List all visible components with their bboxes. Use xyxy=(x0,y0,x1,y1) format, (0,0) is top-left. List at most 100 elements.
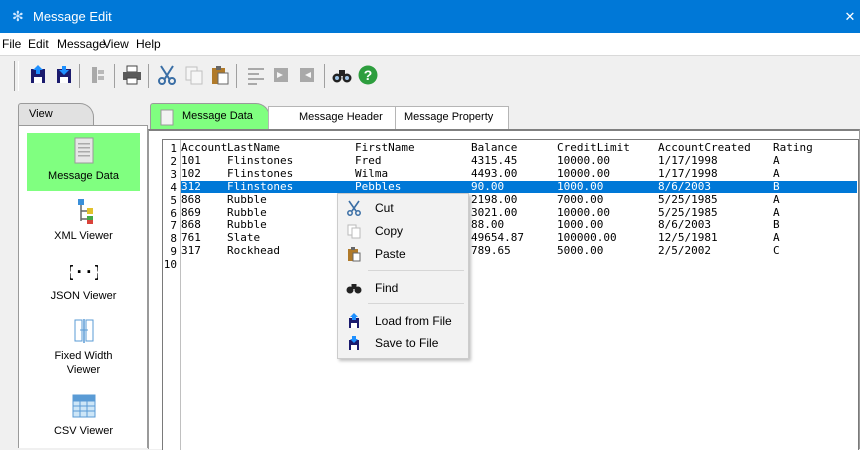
row-cell: Fred xyxy=(355,153,382,167)
row-cell: 789.65 xyxy=(471,244,511,258)
view-item-message-data[interactable]: Message Data xyxy=(27,133,140,191)
row-cell: Rockhead xyxy=(227,244,280,258)
view-item-label: CSV Viewer xyxy=(53,425,114,437)
row-cell: 49654.87 xyxy=(471,231,524,245)
tools-icon[interactable] xyxy=(86,63,110,87)
line-number: 5 xyxy=(170,193,177,207)
row-cell: A xyxy=(773,231,780,245)
window-title: Message Edit xyxy=(33,9,112,24)
row-cell: A xyxy=(773,205,780,219)
data-row[interactable]: 317 Rockhead 789.65 5000.00 2/5/2002 C xyxy=(181,245,857,257)
print-icon[interactable] xyxy=(120,63,144,87)
menu-file[interactable]: File xyxy=(2,37,21,51)
data-row[interactable]: 868 Rubble 88.00 1000.00 8/6/2003 B xyxy=(181,219,857,231)
data-row[interactable]: 761 Slate 49654.87 100000.00 12/5/1981 A xyxy=(181,232,857,244)
row-cell: 1/17/1998 xyxy=(658,153,718,167)
load-file-icon[interactable] xyxy=(26,63,50,87)
row-cell: 312 xyxy=(181,179,201,193)
row-cell: 102 xyxy=(181,166,201,180)
toolbar-grip[interactable] xyxy=(14,61,19,91)
message-editor[interactable]: 1 2 3 4 5 6 7 8 9 10 Account LastName FirstName Bala… xyxy=(162,139,859,450)
menu-help[interactable]: Help xyxy=(136,37,161,51)
context-menu-label: Paste xyxy=(375,247,406,261)
row-cell: 100000.00 xyxy=(557,231,617,245)
context-menu-paste[interactable]: Paste xyxy=(339,243,466,265)
load-file-icon xyxy=(346,313,362,329)
row-cell: 8/6/2003 xyxy=(658,218,711,232)
clipboard-icon xyxy=(346,246,362,262)
tab-message-data[interactable]: Message Data xyxy=(150,103,270,130)
row-cell: Rubble xyxy=(227,192,267,206)
tab-label: Message Property xyxy=(404,111,494,123)
row-cell: Wilma xyxy=(355,166,389,180)
context-menu-label: Find xyxy=(375,281,399,295)
menu-view[interactable]: View xyxy=(103,37,129,51)
view-item-xml-viewer[interactable]: XML Viewer xyxy=(27,193,140,251)
tab-message-header[interactable]: Message Header xyxy=(268,106,396,130)
row-cell: 317 xyxy=(181,244,201,258)
data-row[interactable]: 102 Flinstones Wilma 4493.00 10000.00 1/17/19… xyxy=(181,166,857,180)
view-item-json-viewer[interactable]: {··} JSON Viewer xyxy=(27,253,140,311)
row-cell: Flinstones xyxy=(227,153,294,167)
view-item-csv-viewer[interactable]: CSV Viewer xyxy=(27,388,140,446)
align-icon[interactable] xyxy=(244,63,268,87)
row-cell: 2/5/2002 xyxy=(658,244,711,258)
data-row[interactable]: 869 Rubble 3021.00 10000.00 5/25/1985 A xyxy=(181,205,857,219)
fixed-width-icon xyxy=(74,319,93,343)
close-button[interactable]: ✕ xyxy=(840,0,860,33)
tab-message-property[interactable]: Message Property xyxy=(395,106,509,130)
row-cell: 868 xyxy=(181,192,201,206)
toolbar-separator xyxy=(79,64,80,88)
outdent-icon[interactable] xyxy=(296,63,320,87)
row-cell: 12/5/1981 xyxy=(658,231,718,245)
header-row[interactable]: Account LastName FirstName Balance CreditLim… xyxy=(181,142,857,154)
help-icon[interactable]: ? xyxy=(356,63,380,87)
line-number: 8 xyxy=(170,232,177,246)
row-cell: Slate xyxy=(227,231,261,245)
save-file-icon xyxy=(346,335,362,351)
row-cell: A xyxy=(773,166,780,180)
view-item-fixed-width-viewer[interactable]: Fixed Width Viewer xyxy=(27,313,140,385)
line-number: 10 xyxy=(163,258,177,272)
row-cell: Rating xyxy=(773,141,813,154)
data-row[interactable]: 101 Flinstones Fred 4315.45 10000.00 1/17/199… xyxy=(181,153,857,167)
app-icon: ✻ xyxy=(12,8,24,24)
save-file-icon[interactable] xyxy=(52,63,76,87)
context-menu-separator xyxy=(368,270,464,271)
row-cell: Flinstones xyxy=(227,166,294,180)
row-cell: A xyxy=(773,153,780,167)
line-number: 1 xyxy=(170,142,177,155)
row-cell: 1000.00 xyxy=(557,218,604,232)
line-number: 3 xyxy=(170,167,177,181)
row-cell: 3021.00 xyxy=(471,205,518,219)
view-tab[interactable]: View xyxy=(18,103,94,126)
tab-label: Message Data xyxy=(182,110,253,122)
row-cell: 4315.45 xyxy=(471,153,518,167)
xml-tree-icon xyxy=(77,199,93,224)
context-menu-find[interactable]: Find xyxy=(339,277,466,299)
view-panel: View Message Data XML Viewer {··} JSON V… xyxy=(18,103,148,448)
menu-message[interactable]: Message xyxy=(57,37,106,51)
cut-icon[interactable] xyxy=(155,63,179,87)
row-cell: Rubble xyxy=(227,218,267,232)
menu-edit[interactable]: Edit xyxy=(28,37,49,51)
data-row[interactable]: 868 Rubble 2198.00 7000.00 5/25/1985 A xyxy=(181,192,857,206)
context-menu-cut[interactable]: Cut xyxy=(339,197,466,219)
copy-icon[interactable] xyxy=(182,63,206,87)
row-cell: Account xyxy=(181,141,228,154)
context-menu-copy[interactable]: Copy xyxy=(339,220,466,242)
row-cell: 10000.00 xyxy=(557,166,610,180)
find-icon[interactable] xyxy=(330,63,354,87)
data-row[interactable]: 312 Flinstones Pebbles 90.00 1000.00 8/6/2003… xyxy=(181,179,857,193)
binoculars-icon xyxy=(346,280,362,296)
paste-icon[interactable] xyxy=(208,63,232,87)
row-cell: 90.00 xyxy=(471,179,505,193)
line-number: 4 xyxy=(170,180,177,194)
row-cell: 1000.00 xyxy=(557,179,604,193)
context-menu-load-from-file[interactable]: Load from File xyxy=(339,310,466,332)
view-item-label: Message Data xyxy=(48,170,119,182)
indent-icon[interactable] xyxy=(270,63,294,87)
copy-icon xyxy=(346,223,362,239)
context-menu-save-to-file[interactable]: Save to File xyxy=(339,332,466,354)
view-tab-label: View xyxy=(29,108,53,120)
